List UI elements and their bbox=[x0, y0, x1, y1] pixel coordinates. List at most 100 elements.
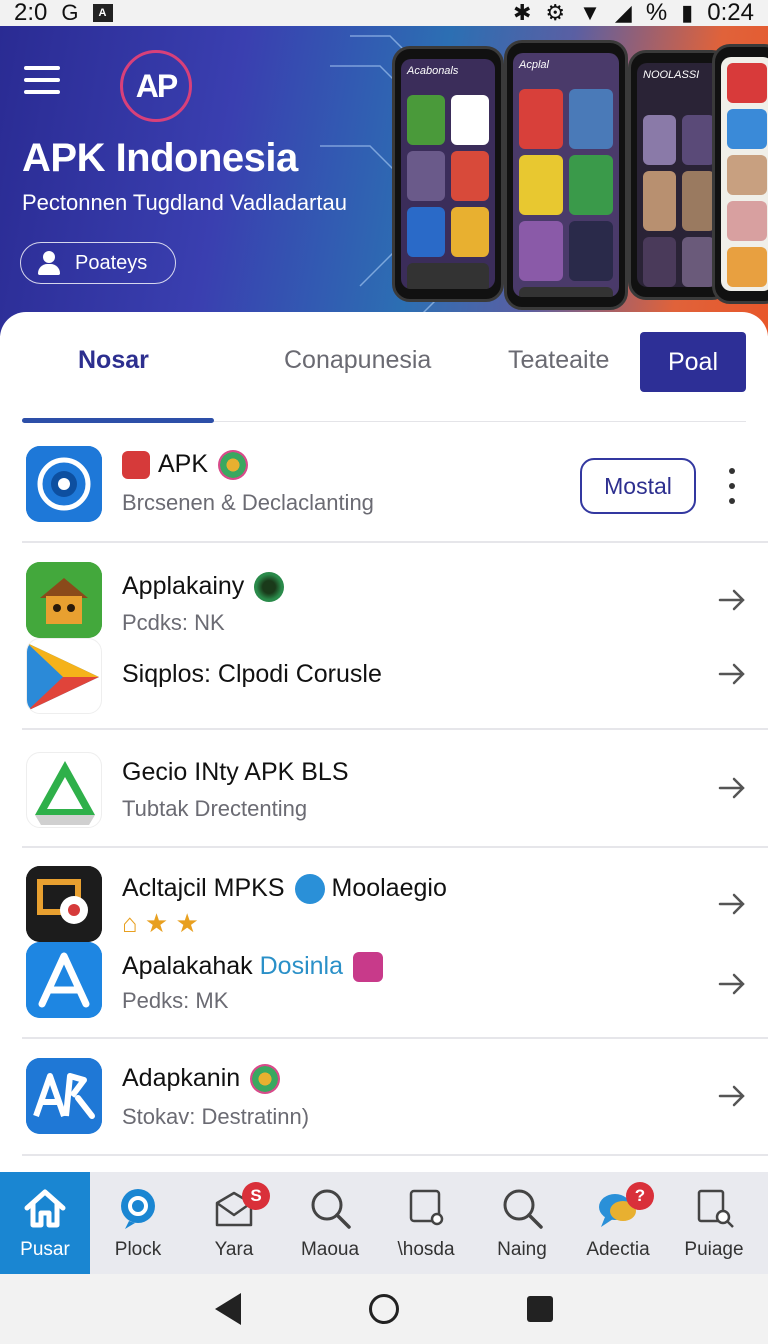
document-icon bbox=[697, 1189, 734, 1228]
back-icon[interactable] bbox=[215, 1293, 241, 1325]
battery-percent: % bbox=[645, 0, 668, 26]
tab-poal[interactable]: Poal bbox=[640, 332, 746, 392]
tab-teateaite[interactable]: Teateaite bbox=[508, 346, 609, 375]
nav-item-naing[interactable]: Naing bbox=[474, 1172, 570, 1274]
system-navigation-bar bbox=[0, 1274, 768, 1344]
app-name: Apalakahak Dosinla bbox=[122, 952, 383, 983]
nav-item-plock[interactable]: Plock bbox=[90, 1172, 186, 1274]
nav-label: Maoua bbox=[300, 1239, 360, 1260]
more-options-icon[interactable] bbox=[724, 468, 740, 504]
status-bar-left: 2:0 G A bbox=[14, 0, 113, 27]
nav-item-yara[interactable]: S Yara bbox=[186, 1172, 282, 1274]
app-icon-applakainy[interactable] bbox=[26, 562, 102, 638]
battery-icon: ▮ bbox=[681, 0, 694, 25]
phones-illustration: Acabonals Acplal NOOLASSI bbox=[392, 40, 768, 310]
divider bbox=[22, 541, 768, 543]
nav-item-adectia[interactable]: ? Adectia bbox=[570, 1172, 666, 1274]
profile-button-label: Poateys bbox=[75, 251, 148, 274]
house-icon bbox=[26, 562, 102, 638]
phone-text: NOOLASSI bbox=[643, 69, 700, 81]
app-name: Applakainy bbox=[122, 572, 285, 603]
arrow-right-icon[interactable] bbox=[716, 888, 748, 920]
status-clock: 0:24 bbox=[707, 0, 754, 26]
app-subtitle: Brcsenen & Declaclanting bbox=[122, 490, 374, 515]
bottom-navigation: Pusar Plock S Yara Maoua \hosda Naing ? … bbox=[0, 1172, 768, 1274]
app-title: Applakainy bbox=[122, 572, 245, 600]
app-name: Gecio INty APK BLS bbox=[122, 758, 349, 786]
phone-mockup: Acplal bbox=[504, 40, 628, 310]
drive-icon bbox=[35, 761, 95, 825]
app-icon-siqplos[interactable] bbox=[26, 638, 102, 714]
app-title: Apalakahak bbox=[122, 952, 253, 980]
app-title: Acltajcil MPKS bbox=[122, 874, 285, 902]
app-subtitle: Tubtak Drectenting bbox=[122, 796, 308, 821]
divider bbox=[22, 846, 768, 848]
app-title: APK bbox=[158, 450, 209, 478]
leaf-icon bbox=[254, 572, 285, 603]
app-subtitle: Pcdks: NK bbox=[122, 610, 225, 635]
nav-label: Plock bbox=[114, 1239, 162, 1260]
app-title: APK Indonesia bbox=[22, 136, 298, 180]
nav-item-puiage[interactable]: Puiage bbox=[666, 1172, 762, 1274]
divider bbox=[22, 728, 768, 730]
app-icon-apk[interactable] bbox=[26, 446, 102, 522]
app-link[interactable]: Dosinla bbox=[260, 952, 343, 980]
phone-text: Acplal bbox=[519, 59, 549, 71]
app-icon-apalakahak[interactable] bbox=[26, 942, 102, 1018]
notification-badge: S bbox=[242, 1182, 270, 1210]
app-logo: AP bbox=[120, 50, 192, 122]
app-title: Adapkanin bbox=[122, 1064, 241, 1092]
app-icon-acltajcil[interactable] bbox=[26, 866, 102, 942]
install-button[interactable]: Mostal bbox=[580, 458, 696, 514]
nav-item-maoua[interactable]: Maoua bbox=[282, 1172, 378, 1274]
app-store-icon bbox=[26, 942, 102, 1018]
phone-text: Acabonals bbox=[407, 65, 459, 77]
active-tab-indicator bbox=[22, 418, 214, 423]
profile-button[interactable]: Poateys bbox=[20, 242, 176, 284]
tab-nosar[interactable]: Nosar bbox=[78, 346, 149, 375]
status-bar-right: ✱ ⚙ ▼ ◢ % ▮ 0:24 bbox=[513, 0, 754, 27]
recent-apps-icon[interactable] bbox=[527, 1296, 553, 1322]
nav-label: Yara bbox=[214, 1239, 254, 1260]
nav-item-pusar[interactable]: Pusar bbox=[0, 1172, 90, 1274]
arrow-right-icon[interactable] bbox=[716, 968, 748, 1000]
google-g-icon: G bbox=[61, 0, 79, 25]
play-store-icon bbox=[27, 643, 99, 711]
bluetooth-icon: ✱ bbox=[512, 0, 532, 25]
apk-logo-icon bbox=[26, 1058, 102, 1134]
arrow-right-icon[interactable] bbox=[716, 772, 748, 804]
flower-icon bbox=[250, 1064, 281, 1095]
nav-label: \hosda bbox=[397, 1239, 455, 1260]
record-icon bbox=[26, 866, 102, 942]
divider bbox=[22, 1154, 768, 1156]
arrow-right-icon[interactable] bbox=[716, 658, 748, 690]
phone-mockup bbox=[712, 44, 768, 304]
shield-icon bbox=[122, 451, 150, 480]
app-icon-gecio[interactable] bbox=[26, 752, 102, 828]
notification-badge: ? bbox=[626, 1182, 654, 1210]
nav-label: Puiage bbox=[684, 1239, 744, 1260]
search-icon bbox=[311, 1189, 351, 1229]
flower-icon bbox=[218, 450, 249, 481]
app-name: Adapkanin bbox=[122, 1064, 281, 1095]
arrow-right-icon[interactable] bbox=[716, 1080, 748, 1112]
menu-icon[interactable] bbox=[24, 66, 60, 94]
arrow-right-icon[interactable] bbox=[716, 584, 748, 616]
home-button-icon[interactable] bbox=[369, 1294, 399, 1324]
app-icon-adapkanin[interactable] bbox=[26, 1058, 102, 1134]
nav-label: Naing bbox=[497, 1239, 547, 1260]
nav-item-hosda[interactable]: \hosda bbox=[378, 1172, 474, 1274]
tab-conapunesia[interactable]: Conapunesia bbox=[284, 346, 431, 375]
main-content: Nosar Conapunesia Teateaite Poal APK Brc… bbox=[0, 312, 768, 1172]
notification-icon: A bbox=[92, 4, 113, 22]
app-title-suffix: Moolaegio bbox=[331, 874, 447, 902]
wifi-icon: ▼ bbox=[579, 0, 601, 25]
app-subtitle: Pedks: MK bbox=[122, 988, 229, 1013]
status-time-left: 2:0 bbox=[14, 0, 48, 26]
video-play-icon bbox=[352, 952, 383, 983]
nav-label: Pusar bbox=[20, 1239, 70, 1260]
divider bbox=[22, 1037, 768, 1039]
user-icon bbox=[37, 251, 63, 275]
cross-icon bbox=[294, 874, 325, 905]
rating-stars: ⌂ ★ ★ bbox=[122, 908, 199, 938]
